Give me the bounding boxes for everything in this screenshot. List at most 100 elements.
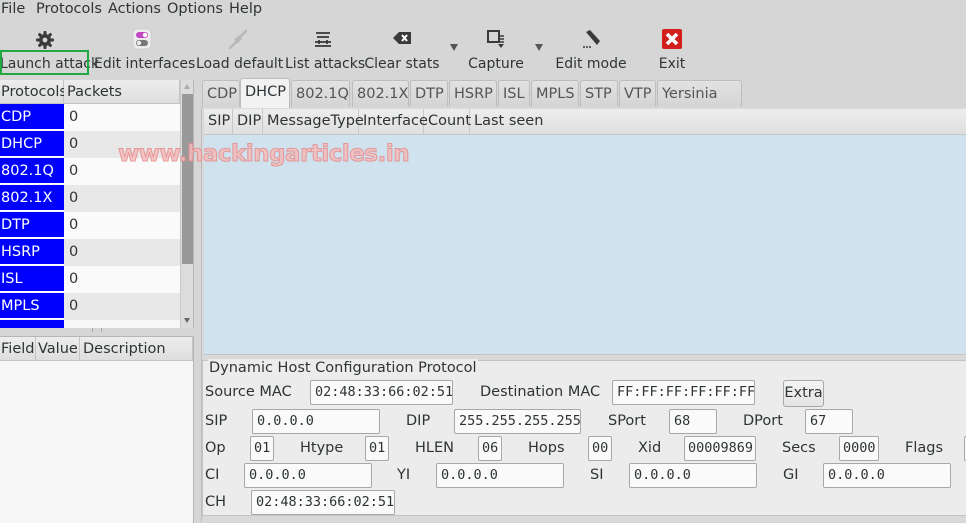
source-mac-input[interactable]: 02:48:33:66:02:51 (310, 380, 453, 405)
protocol-name: 802.1X (0, 185, 64, 211)
menu-options[interactable]: Options (167, 0, 223, 18)
capture-icon (487, 30, 504, 48)
column-header-last-seen[interactable]: Last seen (470, 109, 966, 134)
gi-input[interactable]: 0.0.0.0 (823, 463, 951, 488)
protocol-name: ISL (0, 266, 64, 292)
ch-input[interactable]: 02:48:33:66:02:51 (251, 490, 395, 515)
scrollbar-thumb[interactable] (182, 94, 193, 264)
htype-label: Htype (300, 440, 344, 456)
yi-label: YI (397, 467, 411, 483)
yi-input[interactable]: 0.0.0.0 (436, 463, 564, 488)
destination-mac-input[interactable]: FF:FF:FF:FF:FF:FF (612, 380, 755, 405)
packet-count: 0 (64, 266, 180, 293)
scroll-up-arrow[interactable] (184, 84, 190, 89)
tab-stp[interactable]: STP (580, 80, 618, 107)
scroll-down-arrow[interactable] (184, 318, 190, 323)
column-header-count[interactable]: Count (424, 109, 471, 134)
dip-input[interactable]: 255.255.255.255 (454, 409, 581, 434)
plug-icon (228, 29, 247, 50)
launch-attack-highlight (0, 50, 89, 75)
pane-splitter-handle[interactable] (92, 328, 102, 332)
hops-input[interactable]: 00 (588, 436, 612, 461)
clear-stats-button[interactable]: Clear stats (364, 24, 440, 76)
column-header-interface[interactable]: Interface (359, 109, 428, 134)
table-row[interactable]: HSRP 0 (0, 239, 180, 266)
packet-count: 0 (64, 212, 180, 239)
menu-protocols[interactable]: Protocols (36, 0, 102, 18)
tab-dtp[interactable]: DTP (410, 80, 448, 107)
protocol-name: HSRP (0, 239, 64, 265)
ci-label: CI (205, 467, 220, 483)
sport-label: SPort (608, 413, 646, 429)
protocols-scrollbar[interactable] (180, 80, 193, 328)
ci-input[interactable]: 0.0.0.0 (244, 463, 372, 488)
list-filter-icon (314, 32, 331, 47)
field-table: Field Value Description (0, 336, 194, 523)
tab-isl[interactable]: ISL (498, 80, 530, 107)
packet-count: 0 (64, 185, 180, 212)
table-row[interactable]: 802.1X 0 (0, 185, 180, 212)
column-header-protocols[interactable]: Protocols (0, 80, 67, 104)
tab-hsrp[interactable]: HSRP (449, 80, 497, 107)
packet-count: 0 (64, 293, 180, 320)
table-row[interactable]: ISL 0 (0, 266, 180, 293)
column-header-dip[interactable]: DIP (233, 109, 263, 134)
load-default-button[interactable]: Load default (196, 24, 283, 76)
column-header-description[interactable]: Description (80, 337, 193, 361)
xid-label: Xid (638, 440, 662, 456)
protocol-name: CDP (0, 104, 64, 130)
sport-input[interactable]: 68 (669, 409, 717, 434)
table-row-partial (0, 320, 180, 328)
menu-actions[interactable]: Actions (108, 0, 161, 18)
table-row[interactable]: DTP 0 (0, 212, 180, 239)
tab-vtp[interactable]: VTP (619, 80, 656, 107)
column-header-value[interactable]: Value (36, 337, 80, 361)
list-attacks-button[interactable]: List attacks (285, 24, 365, 76)
close-icon (662, 29, 682, 49)
capture-dropdown-arrow[interactable] (535, 44, 543, 51)
exit-label: Exit (658, 56, 686, 72)
exit-button[interactable]: Exit (652, 24, 692, 76)
capture-button[interactable]: Capture (466, 24, 526, 76)
secs-input[interactable]: 0000 (839, 436, 879, 461)
tab-802-1q[interactable]: 802.1Q (291, 80, 350, 107)
edit-interfaces-button[interactable]: Edit interfaces (94, 24, 196, 76)
edit-mode-button[interactable]: Edit mode (555, 24, 627, 76)
destination-mac-label: Destination MAC (480, 384, 601, 400)
protocol-name: DTP (0, 212, 64, 238)
si-input[interactable]: 0.0.0.0 (629, 463, 757, 488)
table-row[interactable]: MPLS 0 (0, 293, 180, 320)
gi-label: GI (783, 467, 799, 483)
tab-dhcp[interactable]: DHCP (240, 78, 290, 108)
extra-button[interactable]: Extra (783, 380, 824, 407)
dport-label: DPort (743, 413, 783, 429)
clear-stats-label: Clear stats (364, 56, 440, 72)
toggle-switches-icon (132, 28, 152, 50)
packet-list-header: SIP DIP MessageType Interface Count Last… (204, 109, 966, 135)
tab-cdp[interactable]: CDP (202, 80, 240, 107)
edit-interfaces-label: Edit interfaces (94, 56, 196, 72)
si-label: SI (590, 467, 604, 483)
table-row[interactable]: CDP 0 (0, 104, 180, 131)
column-header-sip[interactable]: SIP (204, 109, 233, 134)
sip-input[interactable]: 0.0.0.0 (252, 409, 380, 434)
dport-input[interactable]: 67 (805, 409, 853, 434)
ch-label: CH (205, 494, 227, 510)
tab-yersinia-log[interactable]: Yersinia log (657, 80, 742, 128)
column-header-packets[interactable]: Packets (64, 80, 180, 104)
gear-icon (35, 31, 54, 49)
column-header-field[interactable]: Field (0, 337, 36, 361)
xid-input[interactable]: 00009869 (684, 436, 756, 461)
watermark: www.hackingarticles.in (117, 141, 410, 168)
tab-mpls[interactable]: MPLS (531, 80, 579, 107)
op-input[interactable]: 01 (250, 436, 274, 461)
htype-input[interactable]: 01 (365, 436, 389, 461)
packet-list[interactable] (204, 135, 966, 355)
menu-file[interactable]: File (1, 0, 25, 18)
column-header-messagetype[interactable]: MessageType (263, 109, 364, 134)
tab-802-1x[interactable]: 802.1X (352, 80, 409, 107)
clear-stats-dropdown-arrow[interactable] (450, 44, 458, 51)
menu-help[interactable]: Help (229, 0, 262, 18)
hlen-input[interactable]: 06 (478, 436, 502, 461)
op-label: Op (205, 440, 226, 456)
